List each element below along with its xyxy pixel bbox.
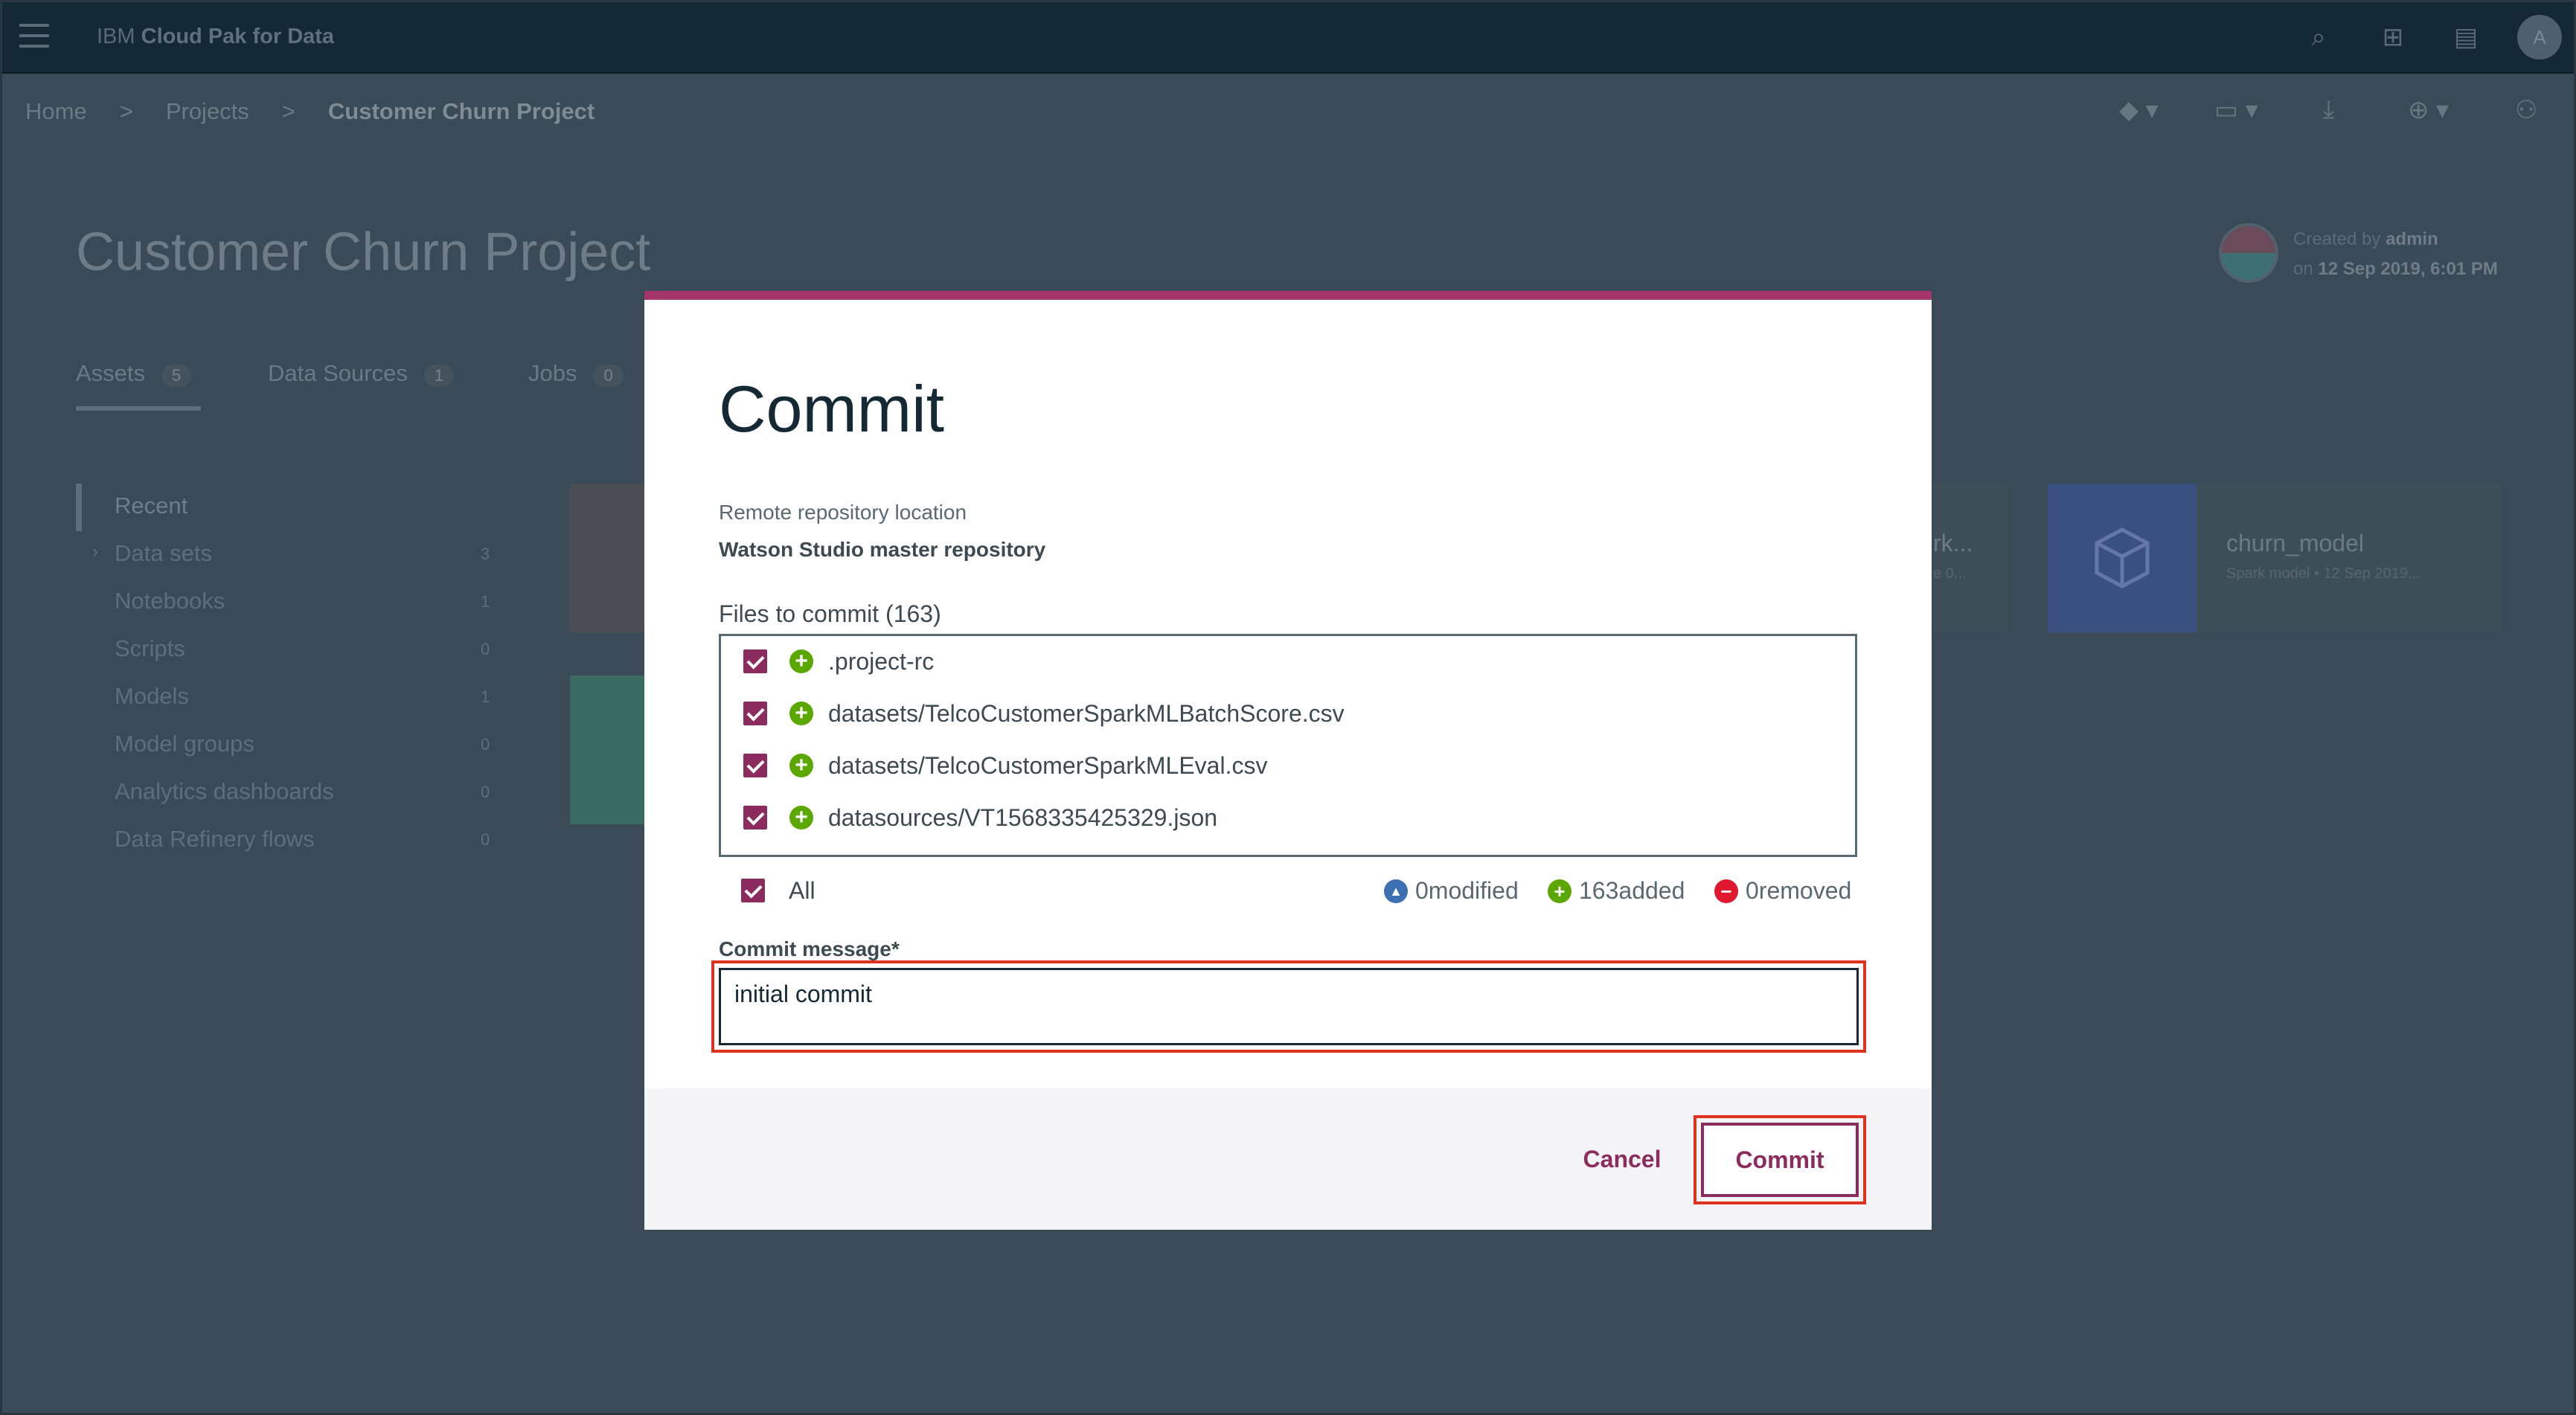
sidebar-item-recent[interactable]: Recent bbox=[115, 492, 188, 519]
commit-message-input[interactable]: initial commit bbox=[719, 968, 1859, 1045]
tab-data-sources[interactable]: Data Sources 1 bbox=[268, 360, 455, 387]
card-title: churn_model bbox=[2226, 530, 2364, 556]
tab-label: Data Sources bbox=[268, 360, 408, 386]
breadcrumb-separator: > bbox=[281, 98, 295, 124]
file-name: datasources/VT1568335425329.json bbox=[828, 804, 1218, 831]
cube-icon bbox=[2048, 484, 2197, 632]
tab-jobs[interactable]: Jobs 0 bbox=[528, 360, 624, 387]
brand-prefix: IBM bbox=[97, 25, 135, 48]
sidebar-count: 1 bbox=[481, 592, 490, 611]
user-avatar[interactable]: A bbox=[2517, 15, 2562, 60]
breadcrumb-current: Customer Churn Project bbox=[327, 98, 595, 124]
card-subtitle: Spark model • 12 Sep 2019... bbox=[2226, 565, 2420, 582]
sidebar-count: 3 bbox=[481, 545, 490, 563]
tab-count: 0 bbox=[593, 365, 624, 387]
created-on-date: 12 Sep 2019, 6:01 PM bbox=[2318, 259, 2498, 279]
sidebar-count: 1 bbox=[481, 687, 490, 706]
sidebar-count: 0 bbox=[481, 735, 490, 754]
plus-circle-icon: + bbox=[789, 702, 813, 725]
sidebar-active-indicator bbox=[76, 484, 82, 531]
add-icon[interactable]: ⊕ ▾ bbox=[2408, 95, 2449, 125]
file-checkbox[interactable] bbox=[743, 754, 767, 777]
git-icon[interactable]: ◆ ▾ bbox=[2119, 95, 2159, 125]
sidebar-item-models[interactable]: Models bbox=[115, 683, 189, 710]
file-name: datasets/TelcoCustomerSparkMLEval.csv bbox=[828, 752, 1268, 779]
file-list[interactable]: + .project-rc + datasets/TelcoCustomerSp… bbox=[719, 634, 1857, 857]
added-count: 163added bbox=[1579, 877, 1685, 904]
flow-card-thumbnail[interactable] bbox=[570, 676, 644, 824]
plus-circle-icon: + bbox=[789, 649, 813, 673]
tab-label: Assets bbox=[76, 360, 146, 386]
top-navigation-bar: IBM Cloud Pak for Data ⌕ ⊞ ▤ A bbox=[0, 0, 2576, 74]
active-tab-indicator bbox=[76, 406, 201, 411]
hamburger-menu-icon[interactable] bbox=[19, 24, 49, 49]
file-name: datasets/TelcoCustomerSparkMLBatchScore.… bbox=[828, 700, 1345, 727]
created-on-prefix: on bbox=[2293, 259, 2313, 279]
list-item: + datasources/VT1568335425329.json bbox=[721, 794, 1855, 846]
file-checkbox[interactable] bbox=[743, 649, 767, 673]
dialog-footer: Cancel Commit bbox=[644, 1088, 1932, 1230]
modified-triangle-icon: ▲ bbox=[1384, 879, 1408, 903]
removed-count: 0removed bbox=[1746, 877, 1852, 904]
breadcrumb-separator: > bbox=[119, 98, 133, 124]
sidebar-item-data-sets[interactable]: Data sets bbox=[115, 540, 212, 567]
created-by-user: admin bbox=[2386, 229, 2438, 249]
select-all-checkbox[interactable] bbox=[741, 879, 765, 902]
sidebar-count: 0 bbox=[481, 783, 490, 801]
list-item: + datasets/TelcoCustomerSparkMLBatchScor… bbox=[721, 690, 1855, 742]
commit-button[interactable]: Commit bbox=[1701, 1123, 1859, 1197]
repo-location-value: Watson Studio master repository bbox=[719, 538, 1046, 561]
tab-count: 1 bbox=[423, 365, 455, 387]
created-info: Created by admin on 12 Sep 2019, 6:01 PM bbox=[2293, 225, 2498, 284]
file-checkbox[interactable] bbox=[743, 702, 767, 725]
file-checkbox[interactable] bbox=[743, 806, 767, 830]
tab-assets[interactable]: Assets 5 bbox=[76, 360, 192, 387]
apps-icon[interactable]: ⊞ bbox=[2378, 22, 2408, 52]
select-all-label: All bbox=[789, 877, 816, 904]
sidebar-item-data-refinery-flows[interactable]: Data Refinery flows bbox=[115, 826, 315, 853]
sidebar-item-scripts[interactable]: Scripts bbox=[115, 635, 185, 662]
brand-logo: IBM Cloud Pak for Data bbox=[97, 25, 334, 49]
tab-label: Jobs bbox=[528, 360, 577, 386]
list-item: + datasets/TelcoCustomerSparkMLEval.csv bbox=[721, 742, 1855, 794]
modified-count: 0modified bbox=[1415, 877, 1519, 904]
removed-minus-icon: − bbox=[1714, 879, 1738, 903]
repo-location-label: Remote repository location bbox=[719, 501, 967, 524]
sidebar-item-notebooks[interactable]: Notebooks bbox=[115, 588, 225, 615]
card-title: rk... bbox=[1933, 530, 1973, 556]
cancel-button[interactable]: Cancel bbox=[1570, 1133, 1674, 1185]
sidebar-count: 0 bbox=[481, 640, 490, 658]
asset-card-partial[interactable]: rk... e 0... bbox=[1933, 484, 2008, 632]
card-subtitle: e 0... bbox=[1933, 565, 1967, 582]
sidebar-item-analytics-dashboards[interactable]: Analytics dashboards bbox=[115, 778, 334, 805]
commit-dialog: Commit Remote repository location Watson… bbox=[644, 291, 1932, 1230]
select-all-row: All ▲ 0modified + 163added − 0removed bbox=[719, 870, 1857, 914]
file-name: .project-rc bbox=[828, 648, 935, 675]
sidebar-item-model-groups[interactable]: Model groups bbox=[115, 731, 254, 757]
tab-count: 5 bbox=[161, 365, 192, 387]
chevron-right-icon[interactable]: › bbox=[92, 542, 98, 562]
breadcrumb-projects[interactable]: Projects bbox=[166, 98, 249, 124]
breadcrumb-home[interactable]: Home bbox=[25, 98, 87, 124]
files-to-commit-label: Files to commit (163) bbox=[719, 600, 941, 627]
list-item: + .project-rc bbox=[721, 638, 1855, 690]
notebook-card-thumbnail[interactable] bbox=[570, 484, 644, 632]
commit-message-label: Commit message* bbox=[719, 937, 900, 960]
plus-circle-icon: + bbox=[789, 806, 813, 830]
dialog-title: Commit bbox=[719, 372, 945, 446]
collaborators-icon[interactable]: ⚇ bbox=[2515, 95, 2537, 125]
download-icon[interactable]: ⤓ bbox=[2323, 95, 2334, 124]
document-icon[interactable]: ▤ bbox=[2451, 22, 2481, 52]
creator-avatar bbox=[2219, 223, 2278, 283]
terminal-icon[interactable]: ▭ ▾ bbox=[2214, 95, 2258, 125]
added-plus-icon: + bbox=[1548, 879, 1571, 903]
project-title: Customer Churn Project bbox=[76, 222, 651, 282]
created-by-prefix: Created by bbox=[2293, 229, 2381, 249]
sidebar-count: 0 bbox=[481, 830, 490, 849]
breadcrumb: Home > Projects > Customer Churn Project bbox=[25, 98, 595, 125]
plus-circle-icon: + bbox=[789, 754, 813, 777]
search-icon[interactable]: ⌕ bbox=[2304, 22, 2333, 52]
brand-name: Cloud Pak for Data bbox=[141, 25, 335, 48]
